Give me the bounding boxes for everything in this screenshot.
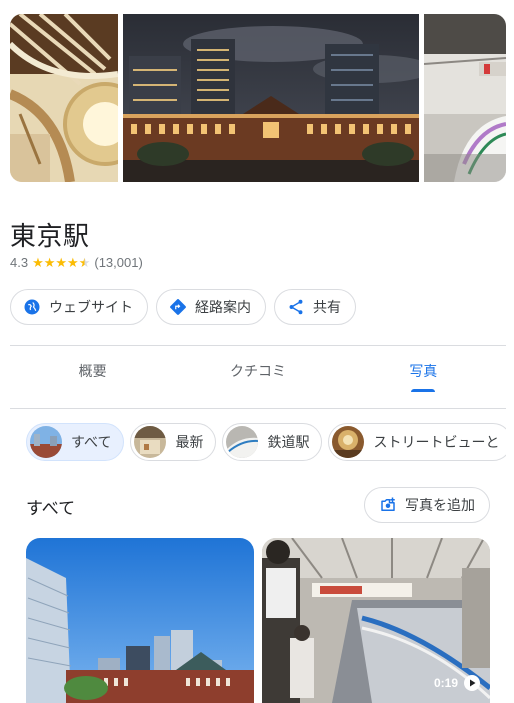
photo-station-night[interactable] [123,14,419,182]
rating-stars: ★ ★ ★ ★ ★ [32,256,90,269]
tab-reviews[interactable]: クチコミ [175,346,340,408]
add-photo-label: 写真を追加 [405,497,475,513]
photo-station-day[interactable] [26,538,254,703]
photos-section-title: すべて [26,499,76,518]
video-duration: 0:19 [434,675,481,691]
star-icon: ★ [67,255,79,270]
chip-thumbnail [332,426,365,458]
video-duration-label: 0:19 [434,676,459,690]
play-icon[interactable] [464,675,481,691]
chip-train-station[interactable]: 鉄道駅 [222,423,323,461]
review-count: (13,001) [94,255,143,270]
place-title: 東京駅 [10,221,90,251]
photo-strip [0,14,514,182]
share-label: 共有 [313,299,341,315]
chip-thumbnail [226,426,259,458]
directions-button[interactable]: 経路案内 [156,289,266,325]
photo-filter-chips: すべて 最新 鉄道駅 ストリートビューと [26,423,506,461]
chip-street-view[interactable]: ストリートビューと [328,423,506,461]
photo-dome-interior[interactable] [10,14,118,182]
directions-label: 経路案内 [195,299,251,315]
tab-bar: 概要 クチコミ 写真 [10,346,506,408]
add-photo-button[interactable]: 写真を追加 [364,487,490,523]
directions-icon [170,299,186,315]
rating-value: 4.3 [10,255,29,270]
chip-label: 最新 [175,434,204,450]
action-buttons: ウェブサイト 経路案内 共有 [10,289,356,325]
share-button[interactable]: 共有 [274,289,356,325]
tab-overview[interactable]: 概要 [10,346,175,408]
photo-shinkansen[interactable] [424,14,506,182]
rating-row[interactable]: 4.3 ★ ★ ★ ★ ★ (13,001) [10,255,143,270]
star-icon: ★ [32,255,44,270]
website-button[interactable]: ウェブサイト [10,289,148,325]
chip-label: すべて [71,434,112,450]
add-photo-icon [381,497,395,511]
half-star-icon: ★ [78,255,91,270]
divider [10,408,506,409]
chip-thumbnail [134,426,167,458]
share-icon [289,299,303,315]
chip-thumbnail [30,426,62,458]
chip-label: ストリートビューと [373,434,500,450]
globe-icon [24,299,40,315]
tab-photos[interactable]: 写真 [341,346,506,408]
chip-all[interactable]: すべて [26,423,125,461]
website-label: ウェブサイト [49,299,133,315]
chip-label: 鉄道駅 [267,434,310,450]
chip-latest[interactable]: 最新 [130,423,217,461]
star-icon: ★ [55,255,68,270]
star-icon: ★ [43,255,56,270]
